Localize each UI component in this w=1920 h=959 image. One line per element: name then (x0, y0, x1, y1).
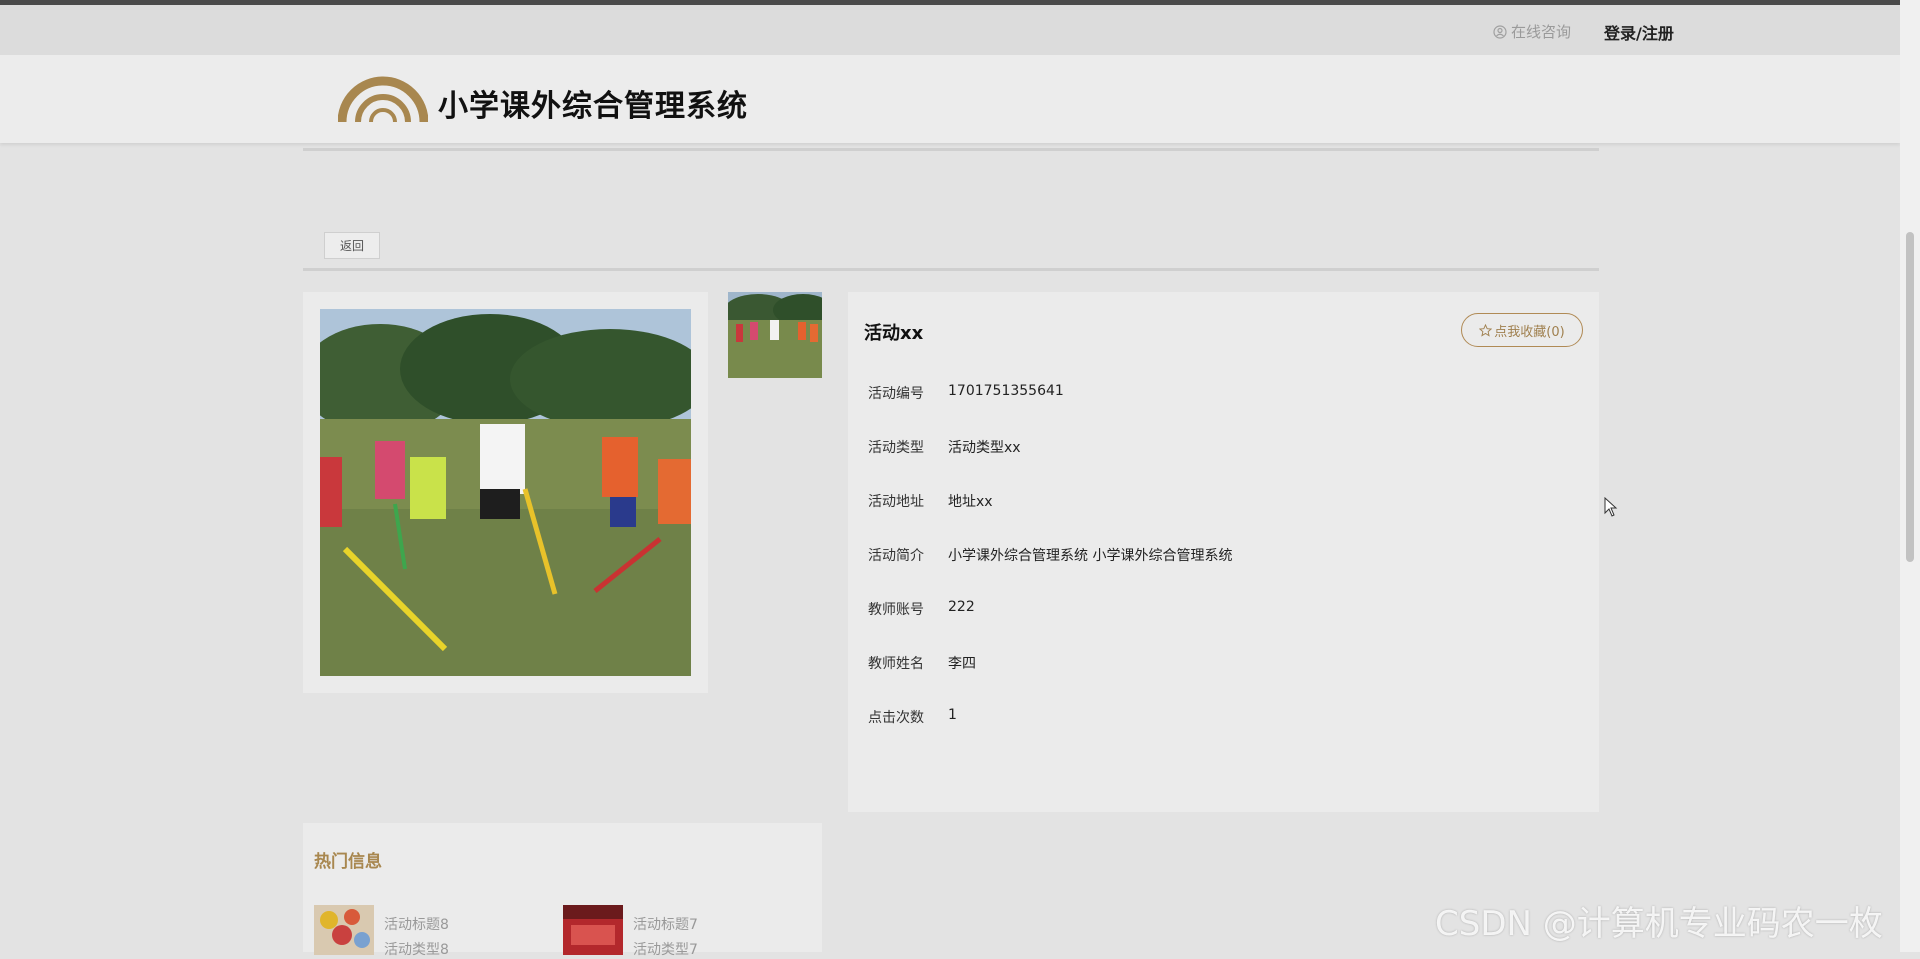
detail-row-type: 活动类型 活动类型xx (868, 437, 1021, 457)
hot-info-panel: 热门信息 活动标题8 活动类型8 活动标题7 活动类型7 (303, 823, 822, 958)
online-consult-link[interactable]: 在线咨询 (1493, 21, 1571, 42)
detail-value: 活动类型xx (948, 440, 1021, 456)
site-title: 小学课外综合管理系统 (438, 89, 748, 124)
top-bar: 在线咨询 登录/注册 (0, 5, 1900, 55)
site-logo[interactable] (338, 72, 428, 124)
detail-row-address: 活动地址 地址xx (868, 491, 993, 511)
divider (303, 148, 1599, 151)
hot-info-title: 热门信息 (314, 852, 382, 872)
divider (303, 268, 1599, 271)
hot-item-type: 活动类型8 (384, 942, 449, 958)
detail-label: 教师姓名 (868, 656, 924, 672)
user-circle-icon (1493, 24, 1507, 39)
page-scrollbar[interactable] (1900, 0, 1920, 952)
hot-item-title[interactable]: 活动标题8 (384, 914, 449, 934)
detail-label: 点击次数 (868, 710, 924, 726)
activity-detail-panel: 活动xx 点我收藏(0) 活动编号 1701751355641 活动类型 活动类… (848, 292, 1599, 812)
favorite-button[interactable]: 点我收藏(0) (1461, 313, 1583, 347)
detail-value: 地址xx (948, 494, 993, 510)
login-register-link[interactable]: 登录/注册 (1604, 20, 1674, 44)
detail-label: 活动地址 (868, 494, 924, 510)
detail-row-intro: 活动简介 小学课外综合管理系统 小学课外综合管理系统 (868, 545, 1232, 565)
image-thumbnail[interactable] (728, 292, 822, 378)
star-icon (1479, 323, 1493, 337)
hot-item-title[interactable]: 活动标题7 (633, 914, 698, 934)
main-image-panel (303, 292, 708, 693)
online-consult-label: 在线咨询 (1511, 23, 1572, 41)
detail-row-teacher-name: 教师姓名 李四 (868, 653, 976, 673)
detail-row-teacher-account: 教师账号 222 (868, 599, 975, 619)
detail-label: 活动编号 (868, 386, 924, 402)
hot-item[interactable]: 活动标题7 活动类型7 (563, 905, 803, 958)
watermark-text: CSDN @计算机专业码农一枚 (1435, 904, 1883, 944)
site-header: 小学课外综合管理系统 (0, 55, 1900, 143)
activity-title: 活动xx (864, 323, 924, 344)
detail-row-click-count: 点击次数 1 (868, 707, 957, 727)
favorite-label: 点我收藏(0) (1494, 324, 1565, 340)
detail-value: 李四 (948, 656, 976, 672)
hot-item[interactable]: 活动标题8 活动类型8 (314, 905, 554, 958)
back-button[interactable]: 返回 (324, 232, 380, 259)
hot-item-image[interactable] (563, 905, 623, 955)
detail-row-id: 活动编号 1701751355641 (868, 383, 1064, 403)
detail-label: 活动简介 (868, 548, 924, 564)
detail-value: 1 (948, 707, 957, 723)
detail-label: 活动类型 (868, 440, 924, 456)
activity-main-image (320, 309, 691, 676)
hot-item-image[interactable] (314, 905, 374, 955)
detail-value: 小学课外综合管理系统 小学课外综合管理系统 (948, 548, 1233, 564)
detail-value: 1701751355641 (948, 383, 1064, 399)
mouse-cursor-icon (1604, 497, 1618, 517)
detail-label: 教师账号 (868, 602, 924, 618)
detail-value: 222 (948, 599, 975, 615)
hot-item-type: 活动类型7 (633, 942, 698, 958)
scrollbar-thumb[interactable] (1906, 232, 1914, 562)
